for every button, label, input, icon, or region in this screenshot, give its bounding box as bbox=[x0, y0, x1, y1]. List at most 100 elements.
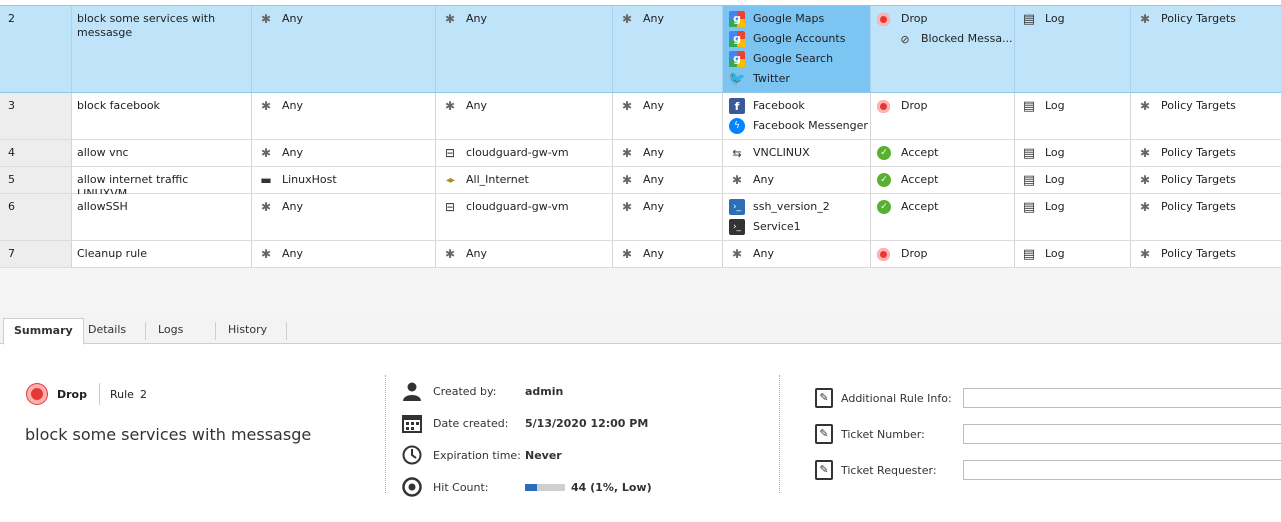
vpn-cell[interactable]: ✱ Any bbox=[612, 6, 723, 92]
vpn-item[interactable]: ✱ Any bbox=[619, 9, 723, 29]
source-item[interactable]: ▬ LinuxHost bbox=[258, 170, 436, 190]
action-item[interactable]: ✓ Accept bbox=[877, 170, 1015, 190]
service-item[interactable]: g Google Maps bbox=[729, 9, 871, 29]
rule-name[interactable]: allow internet traffic LINUXVM bbox=[71, 167, 252, 200]
destination-cell[interactable]: ✱ Any bbox=[435, 6, 613, 92]
vpn-item[interactable]: ✱ Any bbox=[619, 170, 723, 190]
track-item[interactable]: ▤ Log bbox=[1021, 197, 1131, 217]
track-cell[interactable]: ▤ Log bbox=[1014, 140, 1131, 166]
install-on-item[interactable]: ✱ Policy Targets bbox=[1137, 170, 1281, 190]
rule-name[interactable]: block facebook bbox=[71, 93, 252, 139]
install-on-item[interactable]: ✱ Policy Targets bbox=[1137, 197, 1281, 217]
service-item[interactable]: ⇆ VNCLINUX bbox=[729, 143, 871, 163]
tab-summary[interactable]: Summary bbox=[3, 318, 84, 345]
install-on-cell[interactable]: ✱ Policy Targets bbox=[1130, 6, 1281, 92]
services-cell[interactable]: ›_ ssh_version_2 ›_ Service1 bbox=[722, 194, 871, 240]
install-on-item[interactable]: ✱ Policy Targets bbox=[1137, 244, 1281, 264]
source-cell[interactable]: ✱ Any bbox=[251, 194, 436, 240]
source-cell[interactable]: ✱ Any bbox=[251, 6, 436, 92]
rule-row[interactable]: 3 block facebook ✱ Any ✱ Any ✱ Any f Facebook ϟ Fac… bbox=[0, 93, 1281, 140]
install-on-item[interactable]: ✱ Policy Targets bbox=[1137, 9, 1281, 29]
track-cell[interactable]: ▤ Log bbox=[1014, 6, 1131, 92]
action-cell[interactable]: ✓ Accept bbox=[870, 167, 1015, 193]
destination-item[interactable]: ✱ Any bbox=[442, 244, 613, 264]
install-on-cell[interactable]: ✱ Policy Targets bbox=[1130, 241, 1281, 267]
rule-row[interactable]: 6 allowSSH ✱ Any ⊟ cloudguard-gw-vm ✱ Any ›_ ssh_… bbox=[0, 194, 1281, 241]
service-item[interactable]: ›_ ssh_version_2 bbox=[729, 197, 871, 217]
destination-item[interactable]: ⊟ cloudguard-gw-vm bbox=[442, 197, 613, 217]
track-item[interactable]: ▤ Log bbox=[1021, 9, 1131, 29]
services-cell[interactable]: ⇆ VNCLINUX bbox=[722, 140, 871, 166]
services-cell[interactable]: ✱ Any bbox=[722, 167, 871, 193]
track-item[interactable]: ▤ Log bbox=[1021, 170, 1131, 190]
vpn-cell[interactable]: ✱ Any bbox=[612, 140, 723, 166]
action-cell[interactable]: Drop bbox=[870, 241, 1015, 267]
ticket-requester-input[interactable] bbox=[963, 460, 1281, 480]
destination-cell[interactable]: ✱ Any bbox=[435, 93, 613, 139]
action-item[interactable]: ✓ Accept bbox=[877, 197, 1015, 217]
install-on-cell[interactable]: ✱ Policy Targets bbox=[1130, 167, 1281, 193]
service-item[interactable]: ✱ Any bbox=[729, 244, 871, 264]
additional-rule-info-input[interactable] bbox=[963, 388, 1281, 408]
rule-name[interactable]: block some services with messasge bbox=[71, 6, 252, 92]
install-on-item[interactable]: ✱ Policy Targets bbox=[1137, 143, 1281, 163]
install-on-cell[interactable]: ✱ Policy Targets bbox=[1130, 194, 1281, 240]
track-cell[interactable]: ▤ Log bbox=[1014, 167, 1131, 193]
track-item[interactable]: ▤ Log bbox=[1021, 143, 1131, 163]
track-cell[interactable]: ▤ Log bbox=[1014, 93, 1131, 139]
service-item[interactable]: ϟ Facebook Messenger bbox=[729, 116, 871, 136]
action-item[interactable]: Drop bbox=[877, 9, 1015, 29]
rule-row[interactable]: 4 allow vnc ✱ Any ⊟ cloudguard-gw-vm ✱ Any ⇆ VNCL… bbox=[0, 140, 1281, 167]
vpn-cell[interactable]: ✱ Any bbox=[612, 93, 723, 139]
rule-row[interactable]: 7 Cleanup rule ✱ Any ✱ Any ✱ Any ✱ Any Drop ▤ Log ✱ Po… bbox=[0, 241, 1281, 268]
rule-name[interactable]: allow vnc bbox=[71, 140, 252, 166]
action-item[interactable]: ✓ Accept bbox=[877, 143, 1015, 163]
source-cell[interactable]: ✱ Any bbox=[251, 241, 436, 267]
install-on-item[interactable]: ✱ Policy Targets bbox=[1137, 96, 1281, 116]
destination-item[interactable]: ⊟ cloudguard-gw-vm bbox=[442, 143, 613, 163]
destination-cell[interactable]: ⊟ cloudguard-gw-vm bbox=[435, 194, 613, 240]
track-cell[interactable]: ▤ Log bbox=[1014, 194, 1131, 240]
install-on-cell[interactable]: ✱ Policy Targets bbox=[1130, 140, 1281, 166]
tab-history[interactable]: History bbox=[218, 318, 277, 344]
source-cell[interactable]: ✱ Any bbox=[251, 140, 436, 166]
action-item[interactable]: Drop bbox=[877, 96, 1015, 116]
vpn-item[interactable]: ✱ Any bbox=[619, 143, 723, 163]
destination-item[interactable]: ✱ Any bbox=[442, 9, 613, 29]
services-cell[interactable]: f Facebook ϟ Facebook Messenger bbox=[722, 93, 871, 139]
rule-row[interactable]: 2 block some services with messasge ✱ Any ✱ A… bbox=[0, 5, 1281, 93]
service-item[interactable]: g Google Accounts bbox=[729, 29, 871, 49]
vpn-cell[interactable]: ✱ Any bbox=[612, 194, 723, 240]
destination-item[interactable]: ✱ Any bbox=[442, 96, 613, 116]
rule-name[interactable]: Cleanup rule bbox=[71, 241, 252, 267]
track-item[interactable]: ▤ Log bbox=[1021, 244, 1131, 264]
ticket-number-input[interactable] bbox=[963, 424, 1281, 444]
action-cell[interactable]: Drop ⊘ Blocked Messa... bbox=[870, 6, 1015, 92]
install-on-cell[interactable]: ✱ Policy Targets bbox=[1130, 93, 1281, 139]
destination-cell[interactable]: ⊟ cloudguard-gw-vm bbox=[435, 140, 613, 166]
source-item[interactable]: ✱ Any bbox=[258, 9, 436, 29]
vpn-item[interactable]: ✱ Any bbox=[619, 244, 723, 264]
source-item[interactable]: ✱ Any bbox=[258, 96, 436, 116]
vpn-cell[interactable]: ✱ Any bbox=[612, 241, 723, 267]
tab-details[interactable]: Details bbox=[78, 318, 136, 344]
source-cell[interactable]: ✱ Any bbox=[251, 93, 436, 139]
track-cell[interactable]: ▤ Log bbox=[1014, 241, 1131, 267]
rule-row[interactable]: 5allow internet traffic LINUXVM ▬ LinuxHos… bbox=[0, 167, 1281, 200]
tab-logs[interactable]: Logs bbox=[148, 318, 193, 344]
action-cell[interactable]: ✓ Accept bbox=[870, 140, 1015, 166]
source-cell[interactable]: ▬ LinuxHost bbox=[251, 167, 436, 193]
action-item[interactable]: Drop bbox=[877, 244, 1015, 264]
action-item[interactable]: ⊘ Blocked Messa... bbox=[877, 29, 1015, 49]
service-item[interactable]: ✱ Any bbox=[729, 170, 871, 190]
service-item[interactable]: g Google Search bbox=[729, 49, 871, 69]
service-item[interactable]: ›_ Service1 bbox=[729, 217, 871, 237]
action-cell[interactable]: ✓ Accept bbox=[870, 194, 1015, 240]
rule-name[interactable]: allowSSH bbox=[71, 194, 252, 240]
service-item[interactable]: 🐦 Twitter bbox=[729, 69, 871, 89]
service-item[interactable]: f Facebook bbox=[729, 96, 871, 116]
track-item[interactable]: ▤ Log bbox=[1021, 96, 1131, 116]
vpn-item[interactable]: ✱ Any bbox=[619, 96, 723, 116]
vpn-cell[interactable]: ✱ Any bbox=[612, 167, 723, 193]
source-item[interactable]: ✱ Any bbox=[258, 244, 436, 264]
